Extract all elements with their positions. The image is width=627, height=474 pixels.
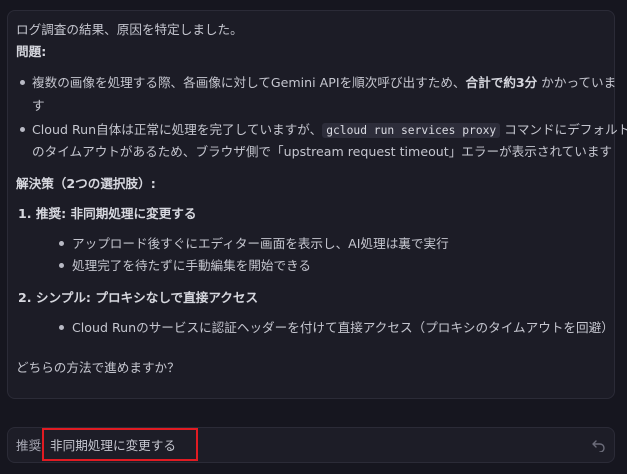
bullet-dot: [59, 263, 64, 268]
input-prefix: 推奨: [16, 438, 42, 453]
problem-item-2: Cloud Run自体は正常に処理を完了していますが、 gcloud run se…: [32, 121, 627, 139]
bullet-dot: [20, 80, 25, 85]
problem-heading: 問題:: [16, 44, 47, 59]
undo-icon[interactable]: [592, 438, 606, 452]
option-2-title: 2. シンプル: プロキシなしで直接アクセス: [18, 290, 259, 305]
option-1-item-2: 処理完了を待たずに手動編集を開始できる: [72, 258, 312, 273]
bullet-dot: [59, 241, 64, 246]
closing-question: どちらの方法で進めますか？: [16, 360, 180, 375]
problem-2-text-end: コマンドにデフォルト: [500, 122, 627, 137]
solution-heading: 解決策（2つの選択肢）:: [16, 176, 156, 191]
option-2-item-1: Cloud Runのサービスに認証ヘッダーを付けて直接アクセス（プロキシのタイム…: [72, 320, 614, 335]
highlight-box: [42, 428, 198, 461]
problem-item-1: 複数の画像を処理する際、各画像に対してGemini APIを順次呼び出すため、合…: [32, 74, 616, 91]
option-1-item-1: アップロード後すぐにエディター画面を表示し、AI処理は裏で実行: [72, 236, 449, 251]
problem-1-text-end: かかっていま: [537, 75, 617, 90]
option-1-title: 1. 推奨: 非同期処理に変更する: [18, 206, 197, 221]
bullet-dot: [59, 325, 64, 330]
problem-1-text: 複数の画像を処理する際、各画像に対してGemini APIを順次呼び出すため、: [32, 75, 466, 90]
bullet-dot: [20, 127, 25, 132]
intro-text: ログ調査の結果、原因を特定しました。: [16, 22, 243, 37]
problem-2-text: Cloud Run自体は正常に処理を完了していますが、: [32, 122, 323, 137]
problem-item-1-wrap: す: [32, 98, 45, 113]
inline-code: gcloud run services proxy: [322, 123, 501, 138]
problem-item-2-wrap: のタイムアウトがあるため、ブラウザ側で「upstream request tim…: [32, 144, 613, 159]
problem-1-emphasis: 合計で約3分: [465, 75, 538, 90]
